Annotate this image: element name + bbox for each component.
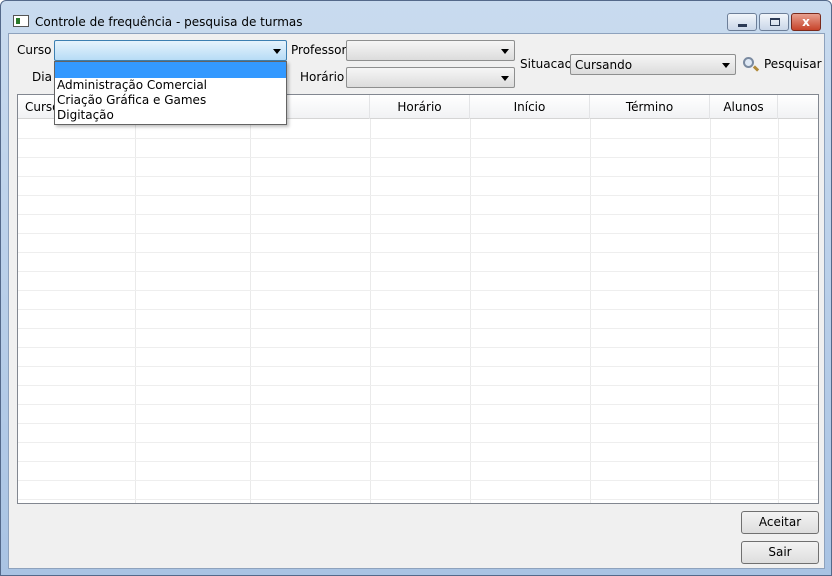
dia-label: Dia bbox=[32, 70, 52, 84]
maximize-icon bbox=[770, 18, 780, 26]
search-label: Pesquisar bbox=[764, 57, 822, 71]
grid-row-divider bbox=[18, 423, 818, 424]
app-icon bbox=[13, 15, 29, 27]
dropdown-option-empty[interactable] bbox=[55, 62, 286, 78]
grid-row-divider bbox=[18, 195, 818, 196]
grid-row-divider bbox=[18, 309, 818, 310]
grid-row-divider bbox=[18, 138, 818, 139]
dropdown-option-administracao[interactable]: Administração Comercial bbox=[55, 78, 286, 93]
application-window: Controle de frequência - pesquisa de tur… bbox=[0, 0, 832, 576]
grid-row-divider bbox=[18, 347, 818, 348]
turmas-grid[interactable]: Curso Horário Início Término Alunos bbox=[17, 94, 819, 504]
chevron-down-icon bbox=[501, 49, 509, 54]
chevron-down-icon bbox=[273, 49, 281, 54]
grid-row-divider bbox=[18, 157, 818, 158]
grid-row-divider bbox=[18, 442, 818, 443]
minimize-button[interactable] bbox=[727, 13, 757, 31]
curso-combobox[interactable] bbox=[54, 40, 287, 61]
magnifier-icon bbox=[743, 57, 754, 68]
grid-row-divider bbox=[18, 461, 818, 462]
chevron-down-icon bbox=[501, 76, 509, 81]
situacao-label: Situacao bbox=[520, 57, 572, 71]
minimize-icon bbox=[738, 24, 747, 27]
column-header-inicio[interactable]: Início bbox=[470, 95, 590, 119]
accept-button[interactable]: Aceitar bbox=[741, 511, 819, 534]
title-bar[interactable]: Controle de frequência - pesquisa de tur… bbox=[1, 1, 831, 33]
grid-row-divider bbox=[18, 366, 818, 367]
dropdown-option-criacao[interactable]: Criação Gráfica e Games bbox=[55, 93, 286, 108]
horario-label: Horário bbox=[300, 70, 345, 84]
search-button[interactable]: Pesquisar bbox=[743, 56, 822, 74]
situacao-combobox[interactable]: Cursando bbox=[570, 54, 736, 75]
column-header-alunos[interactable]: Alunos bbox=[710, 95, 778, 119]
grid-row-divider bbox=[18, 404, 818, 405]
column-header-termino[interactable]: Término bbox=[590, 95, 710, 119]
grid-row-divider bbox=[18, 290, 818, 291]
curso-dropdown-list[interactable]: Administração Comercial Criação Gráfica … bbox=[54, 61, 287, 125]
close-button[interactable]: x bbox=[791, 13, 821, 31]
grid-row-divider bbox=[18, 214, 818, 215]
grid-row-divider bbox=[18, 233, 818, 234]
window-title: Controle de frequência - pesquisa de tur… bbox=[35, 15, 303, 29]
grid-row-divider bbox=[18, 252, 818, 253]
professor-combobox[interactable] bbox=[346, 40, 515, 61]
grid-row-divider bbox=[18, 499, 818, 500]
close-icon: x bbox=[802, 15, 810, 29]
situacao-value: Cursando bbox=[575, 58, 633, 72]
grid-row-divider bbox=[18, 328, 818, 329]
grid-row-divider bbox=[18, 271, 818, 272]
chevron-down-icon bbox=[722, 63, 730, 68]
column-header-horario[interactable]: Horário bbox=[370, 95, 470, 119]
column-header-filler bbox=[778, 95, 818, 119]
grid-row-divider bbox=[18, 385, 818, 386]
horario-combobox[interactable] bbox=[346, 67, 515, 88]
maximize-button[interactable] bbox=[759, 13, 789, 31]
grid-row-divider bbox=[18, 176, 818, 177]
curso-label: Curso bbox=[17, 43, 52, 57]
grid-row-divider bbox=[18, 480, 818, 481]
exit-button[interactable]: Sair bbox=[741, 541, 819, 564]
professor-label: Professor bbox=[291, 43, 347, 57]
dropdown-option-digitacao[interactable]: Digitação bbox=[55, 108, 286, 123]
form-client-area: Curso Professor Situacao Cursando Pesqui… bbox=[8, 33, 825, 569]
